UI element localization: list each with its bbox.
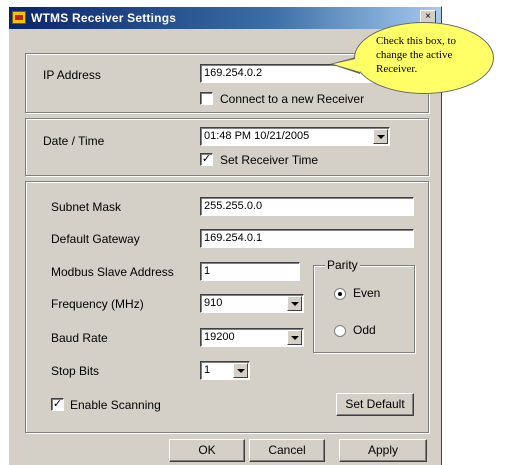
stop-bits-select[interactable]: 1 (200, 361, 250, 380)
datetime-value: 01:48 PM 10/21/2005 (204, 130, 310, 142)
modbus-address-label: Modbus Slave Address (51, 265, 174, 279)
baud-rate-select[interactable]: 19200 (200, 328, 304, 347)
set-default-button[interactable]: Set Default (336, 393, 414, 416)
stop-bits-value: 1 (204, 364, 211, 376)
frequency-label: Frequency (MHz) (51, 297, 144, 311)
apply-button[interactable]: Apply (339, 439, 427, 462)
enable-scanning-checkbox[interactable]: ✓ (51, 398, 64, 411)
parity-label: Parity (325, 258, 360, 272)
chevron-down-icon[interactable] (287, 296, 302, 311)
ip-address-label: IP Address (43, 68, 101, 82)
chevron-down-icon[interactable] (373, 129, 388, 144)
default-gateway-label: Default Gateway (51, 232, 140, 246)
frequency-value: 910 (204, 297, 223, 309)
baud-rate-value: 19200 (204, 331, 235, 343)
baud-rate-label: Baud Rate (51, 331, 108, 345)
title-bar[interactable]: WTMS Receiver Settings × (9, 7, 441, 29)
parity-odd-radio[interactable] (334, 325, 346, 337)
parity-even-radio[interactable] (334, 288, 346, 300)
datetime-picker[interactable]: 01:48 PM 10/21/2005 (200, 127, 390, 146)
cancel-button[interactable]: Cancel (249, 439, 325, 462)
enable-scanning-label: Enable Scanning (70, 398, 161, 412)
callout-pointer-fill (333, 58, 360, 72)
modbus-address-input[interactable]: 1 (200, 262, 300, 281)
app-icon (12, 11, 26, 24)
chevron-down-icon[interactable] (233, 363, 248, 378)
connect-new-receiver-checkbox[interactable] (200, 92, 213, 105)
datetime-label: Date / Time (43, 134, 105, 148)
default-gateway-input[interactable]: 169.254.0.1 (200, 229, 414, 248)
chevron-down-icon[interactable] (287, 330, 302, 345)
parity-group (313, 265, 415, 353)
set-receiver-time-label: Set Receiver Time (220, 153, 319, 167)
stop-bits-label: Stop Bits (51, 364, 100, 378)
parity-even-label: Even (353, 286, 381, 300)
subnet-mask-input[interactable]: 255.255.0.0 (200, 197, 414, 216)
subnet-mask-label: Subnet Mask (51, 200, 122, 214)
parity-odd-label: Odd (353, 323, 376, 337)
window-title: WTMS Receiver Settings (31, 11, 177, 25)
connect-new-receiver-label: Connect to a new Receiver (220, 92, 365, 106)
frequency-select[interactable]: 910 (200, 294, 304, 313)
callout-text: Check this box, to change the active Rec… (376, 35, 457, 75)
ok-button[interactable]: OK (169, 439, 245, 462)
set-receiver-time-checkbox[interactable]: ✓ (200, 153, 213, 166)
